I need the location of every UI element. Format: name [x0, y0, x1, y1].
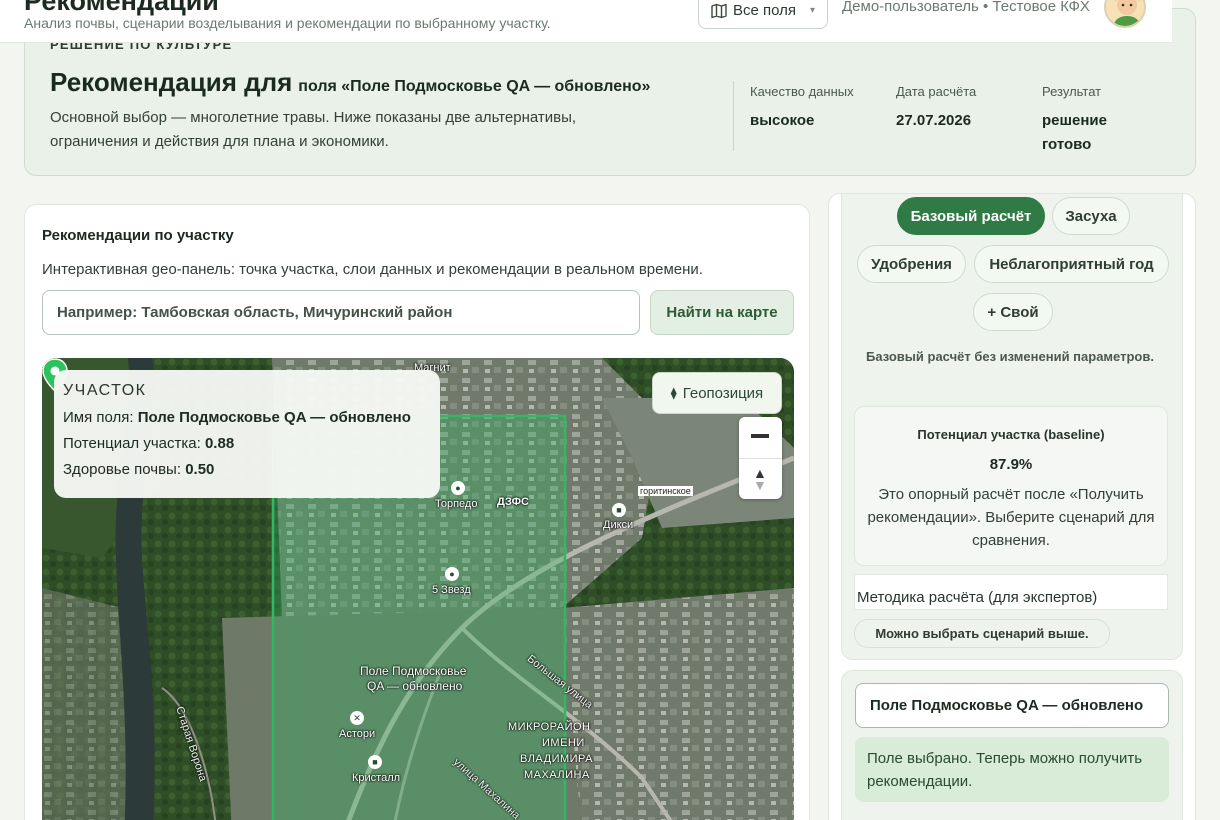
soil-health-label: Здоровье почвы:	[63, 461, 182, 478]
map-label-kristall: Кристалл	[352, 772, 401, 784]
map-label-district-1: МИКРОРАЙОН	[508, 721, 591, 733]
field-potential-value: 0.88	[204, 435, 235, 452]
scenario-description: Базовый расчёт без изменений параметров.	[866, 349, 1154, 364]
shop-icon: ■	[612, 503, 626, 517]
zoom-divider	[739, 458, 782, 459]
map-icon	[711, 3, 727, 18]
location-search-input[interactable]	[42, 290, 640, 335]
map-road-sign: горитинское	[638, 486, 693, 496]
scenario-chip-bad-year[interactable]: Неблагоприятный год	[974, 245, 1169, 283]
map-label-field-2: QA — обновлено	[367, 679, 463, 693]
top-header: Рекомендации Анализ почвы, сценарии возд…	[0, 0, 1172, 43]
metric-calc-date: Дата расчёта 27.07.2026	[896, 84, 1026, 133]
methodology-expander[interactable]: Методика расчёта (для экспертов)	[854, 574, 1168, 610]
field-info-card: УЧАСТОК Имя поля: Поле Подмосковье QA — …	[54, 370, 440, 498]
map-label-torpedo: Торпедо	[435, 498, 478, 510]
scenario-box: Базовый расчёт Засуха Удобрения Неблагоп…	[841, 194, 1183, 660]
map-label-diksi: Дикси	[603, 519, 634, 531]
panel-title: Рекомендации по участку	[42, 227, 234, 244]
baseline-card: Потенциал участка (baseline) 87.9% Это о…	[854, 406, 1168, 566]
page-subtitle: Анализ почвы, сценарии возделывания и ре…	[24, 15, 551, 31]
panel-description: Интерактивная geo-панель: точка участка,…	[42, 261, 703, 278]
avatar[interactable]	[1104, 0, 1146, 28]
find-on-map-button[interactable]: Найти на карте	[650, 290, 794, 335]
zoom-out-button[interactable]	[751, 434, 769, 438]
user-info: Демо-пользователь • Тестовое КФХ	[842, 0, 1090, 15]
soil-health-row: Здоровье почвы: 0.50	[63, 461, 431, 478]
field-potential-label: Потенциал участка:	[63, 435, 201, 452]
decision-title: Рекомендация для поля «Поле Подмосковье Q…	[50, 67, 650, 98]
decision-title-field: поля «Поле Подмосковье QA — обновлено»	[298, 78, 651, 95]
fields-select-value: Все поля	[733, 2, 797, 19]
location-icon: ⧫	[670, 386, 677, 400]
satellite-map[interactable]: Магнит ● Торпедо ДЗФС горитинское ■ Дикс…	[42, 358, 794, 820]
fields-select[interactable]: Все поля ▾	[698, 0, 828, 29]
poi-icon: ●	[445, 567, 459, 581]
geolocation-button[interactable]: ⧫ Геопозиция	[652, 372, 782, 414]
geolocation-label: Геопозиция	[682, 384, 764, 402]
decision-title-main: Рекомендация для	[50, 67, 293, 97]
field-selection-box: Поле выбрано. Теперь можно получить реко…	[841, 670, 1183, 820]
baseline-title: Потенциал участка (baseline)	[917, 427, 1105, 442]
map-label-field-1: Поле Подмосковье	[360, 664, 467, 678]
field-info-title: УЧАСТОК	[63, 382, 147, 399]
shop-icon: ■	[368, 755, 382, 769]
map-label-astori: Астори	[339, 728, 376, 740]
baseline-text: Это опорный расчёт после «Получить реком…	[867, 486, 1155, 549]
map-label-district-3: ВЛАДИМИРА	[520, 753, 593, 765]
field-potential-row: Потенциал участка: 0.88	[63, 435, 431, 452]
scenario-chip-drought[interactable]: Засуха	[1052, 197, 1130, 235]
field-name-label: Имя поля:	[63, 409, 134, 426]
metric-value: решение готово	[1042, 112, 1107, 153]
map-label-dzfs: ДЗФС	[497, 496, 529, 508]
decision-description: Основной выбор — многолетние травы. Ниже…	[50, 109, 577, 150]
metric-data-quality: Качество данных высокое	[750, 84, 880, 133]
baseline-value: 87.9%	[989, 456, 1033, 473]
metric-value: 27.07.2026	[896, 112, 972, 129]
scenario-chip-custom[interactable]: + Свой	[973, 293, 1053, 331]
field-name-row: Имя поля: Поле Подмосковье QA — обновлен…	[63, 409, 431, 426]
poi-icon: ●	[451, 481, 465, 495]
scenario-chip-baseline[interactable]: Базовый расчёт	[897, 197, 1045, 235]
restaurant-icon: ✕	[350, 711, 364, 725]
map-label-district-2: ИМЕНИ	[542, 737, 585, 749]
scenario-chip-fertilizers[interactable]: Удобрения	[857, 245, 966, 283]
map-zoom-control: ▲ ▼	[739, 417, 782, 499]
field-selected-status: Поле выбрано. Теперь можно получить реко…	[855, 737, 1169, 802]
metric-result: Результат решение готово	[1042, 84, 1142, 157]
map-label-district-4: МАХАЛИНА	[524, 769, 590, 781]
compass-north-icon[interactable]: ▲ ▼	[753, 466, 767, 492]
metric-value: высокое	[750, 112, 815, 129]
field-name-input[interactable]	[855, 683, 1169, 728]
metric-label: Дата расчёта	[896, 84, 977, 99]
map-label-5-zvezd: 5 Звезд	[432, 584, 471, 596]
decision-divider	[733, 81, 734, 151]
metric-label: Результат	[1042, 84, 1102, 99]
soil-health-value: 0.50	[185, 461, 215, 478]
avatar-image	[1106, 0, 1144, 26]
field-recommendations-panel: Рекомендации по участку Интерактивная ge…	[24, 204, 810, 820]
field-name-value: Поле Подмосковье QA — обновлено	[137, 409, 411, 426]
chevron-down-icon: ▾	[809, 5, 815, 16]
scenario-panel: Базовый расчёт Засуха Удобрения Неблагоп…	[828, 193, 1196, 820]
metric-label: Качество данных	[750, 84, 854, 99]
methodology-note: Можно выбрать сценарий выше.	[854, 619, 1110, 648]
